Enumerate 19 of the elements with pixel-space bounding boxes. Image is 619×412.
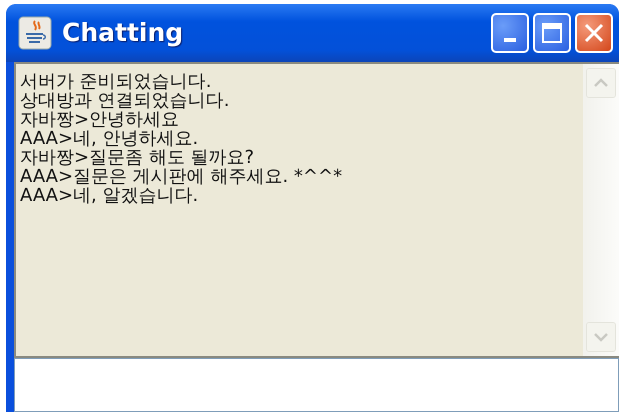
vertical-scrollbar[interactable]: [583, 64, 619, 356]
message-input[interactable]: [14, 358, 619, 412]
maximize-button[interactable]: [533, 13, 571, 53]
close-button[interactable]: [575, 13, 613, 53]
chat-line: 자바짱>질문좀 해도 될까요?: [20, 148, 256, 167]
chat-line: AAA>네, 안녕하세요.: [20, 129, 200, 148]
minimize-icon: [504, 38, 516, 42]
chat-line: AAA>질문은 게시판에 해주세요. *^^*: [20, 167, 344, 186]
coffee-cup-icon: [18, 16, 52, 50]
chat-line: 자바짱>안녕하세요: [20, 110, 180, 129]
close-icon: [583, 22, 605, 44]
chat-line: AAA>네, 알겠습니다.: [20, 186, 200, 205]
chat-line: 서버가 준비되었습니다.: [20, 72, 212, 91]
scroll-up-button[interactable]: [586, 68, 616, 98]
window-title: Chatting: [62, 17, 184, 50]
chat-line: 상대방과 연결되었습니다.: [20, 91, 230, 110]
minimize-button[interactable]: [491, 13, 529, 53]
scroll-down-button[interactable]: [586, 322, 616, 352]
maximize-icon: [541, 22, 563, 44]
